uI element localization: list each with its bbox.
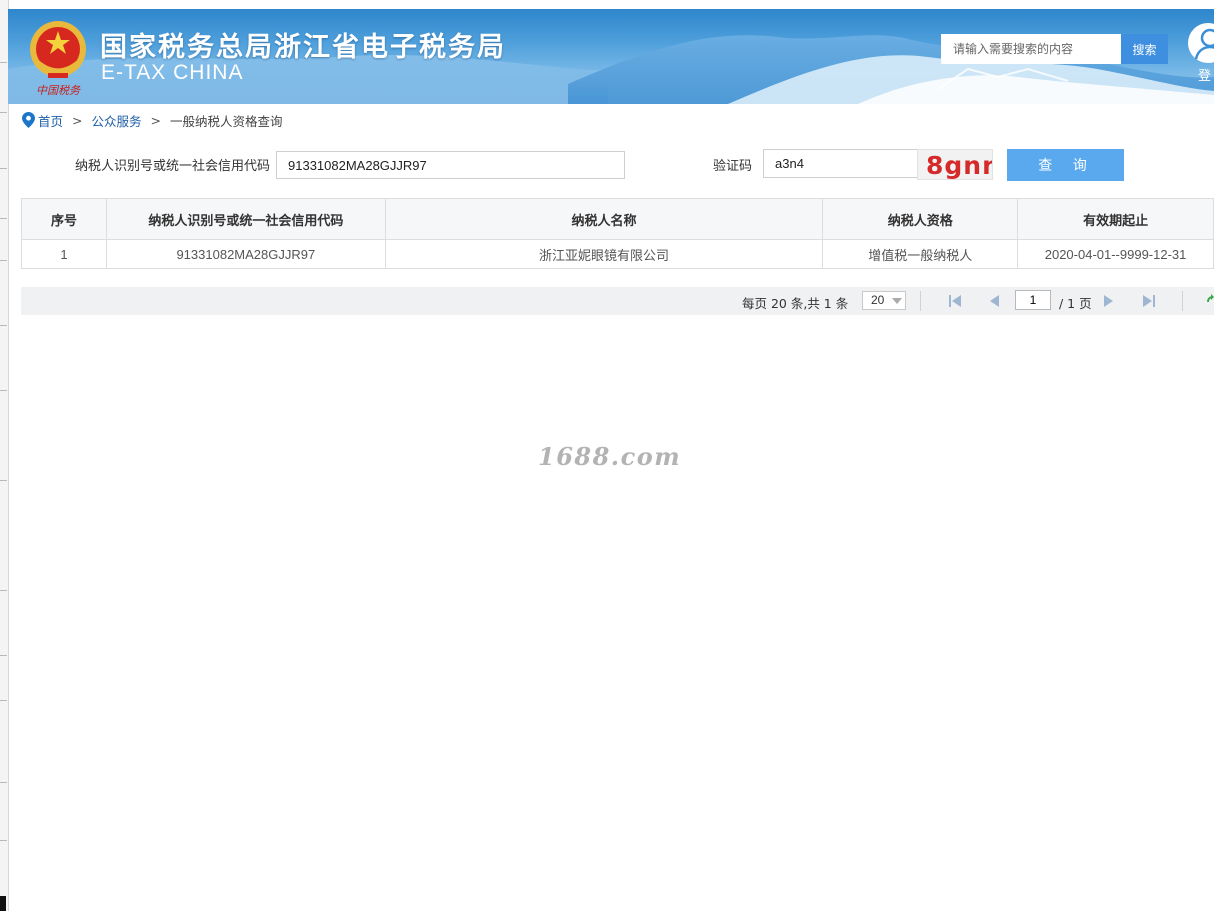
breadcrumb-separator: >	[72, 112, 83, 128]
chevron-down-icon	[892, 298, 902, 304]
column-header-index: 序号	[21, 198, 107, 240]
total-pages: / 1 页	[1059, 296, 1092, 311]
pagination-summary: 每页 20 条,共 1 条	[742, 296, 849, 311]
breadcrumb-home[interactable]: 首页	[38, 111, 63, 130]
background-window-edge	[0, 0, 9, 911]
tax-emblem-icon: 中国税务	[24, 15, 92, 99]
login-link[interactable]: 登	[1198, 65, 1211, 84]
site-header: 中国税务 国家税务总局浙江省电子税务局 E-TAX CHINA 搜索 登	[8, 9, 1214, 104]
column-header-qualification: 纳税人资格	[822, 198, 1019, 240]
breadcrumb-current: 一般纳税人资格查询	[170, 113, 283, 129]
captcha-image-text: 8gnn	[926, 151, 992, 180]
column-header-validity: 有效期起止	[1017, 198, 1214, 240]
pagination-divider	[920, 291, 921, 311]
pagination-bar: 每页 20 条,共 1 条 20 / 1 页	[21, 287, 1214, 315]
breadcrumb-public-services[interactable]: 公众服务	[92, 111, 142, 130]
site-search-input[interactable]	[941, 34, 1121, 64]
captcha-label: 验证码	[713, 159, 753, 174]
cell-taxpayer-id: 91331082MA28GJJR97	[105, 239, 386, 269]
taxpayer-id-input[interactable]	[276, 151, 625, 179]
next-page-icon[interactable]	[1101, 294, 1117, 308]
prev-page-icon[interactable]	[986, 294, 1002, 308]
watermark: 1688.com	[538, 442, 682, 471]
table-row: 1 91331082MA28GJJR97 浙江亚妮眼镜有限公司 增值税一般纳税人…	[21, 239, 1214, 269]
taskbar-edge	[0, 896, 6, 911]
captcha-image[interactable]: 8gnn	[917, 149, 993, 180]
results-table: 序号 纳税人识别号或统一社会信用代码 纳税人名称 纳税人资格 有效期起止 1 9…	[21, 198, 1214, 269]
page-size-select[interactable]: 20	[862, 291, 906, 310]
cell-qualification: 增值税一般纳税人	[822, 239, 1019, 269]
pagination-divider	[1182, 291, 1183, 311]
cell-taxpayer-name: 浙江亚妮眼镜有限公司	[384, 239, 824, 269]
breadcrumb-separator: >	[150, 112, 161, 128]
query-button[interactable]: 查 询	[1007, 149, 1124, 181]
breadcrumb: 首页 > 公众服务 > 一般纳税人资格查询	[22, 111, 283, 129]
site-search-button[interactable]: 搜索	[1121, 34, 1168, 64]
first-page-icon[interactable]	[947, 294, 963, 308]
site-subtitle: E-TAX CHINA	[101, 61, 244, 84]
cell-validity: 2020-04-01--9999-12-31	[1017, 239, 1214, 269]
column-header-taxpayer-name: 纳税人名称	[384, 198, 824, 240]
captcha-input[interactable]	[763, 149, 918, 178]
current-page-input[interactable]	[1015, 290, 1051, 310]
last-page-icon[interactable]	[1141, 294, 1157, 308]
column-header-taxpayer-id: 纳税人识别号或统一社会信用代码	[105, 198, 386, 240]
user-avatar-icon[interactable]	[1188, 23, 1214, 63]
svg-text:中国税务: 中国税务	[36, 84, 81, 97]
site-title: 国家税务总局浙江省电子税务局	[100, 32, 506, 63]
taxpayer-id-label: 纳税人识别号或统一社会信用代码	[75, 159, 271, 174]
table-header-row: 序号 纳税人识别号或统一社会信用代码 纳税人名称 纳税人资格 有效期起止	[21, 198, 1214, 240]
cell-index: 1	[21, 239, 107, 269]
refresh-icon[interactable]	[1207, 293, 1214, 307]
location-pin-icon	[22, 112, 35, 128]
page-size-value: 20	[871, 293, 885, 307]
